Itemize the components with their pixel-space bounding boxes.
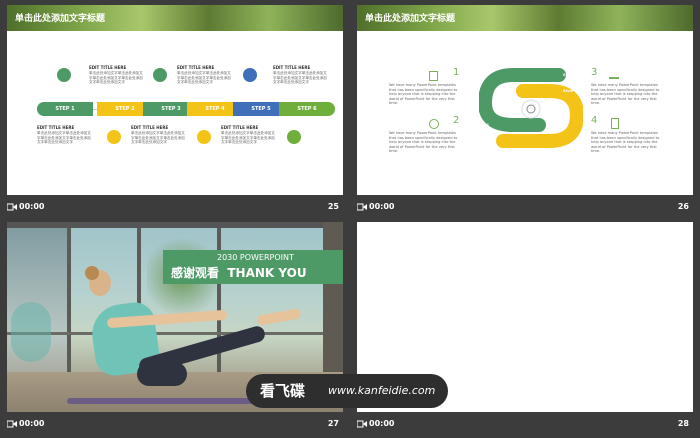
- watermark-logo: 看飞碟: [260, 382, 306, 400]
- watermark-url: www.kanfeidie.com: [328, 384, 436, 397]
- note-body: 单击此处添加文字单击此处添加文字单击此处添加文字单击此处添加文字单击此处添加文字: [37, 131, 91, 145]
- note-heading: EDIT TITLE HERE: [89, 65, 127, 70]
- link-label: Style 1: [475, 123, 490, 127]
- slide-caption: 00:00 27: [7, 414, 343, 434]
- note-body: 单击此处添加文字单击此处添加文字单击此处添加文字单击此处添加文字单击此处添加文字: [177, 71, 231, 85]
- note-heading: EDIT TITLE HERE: [273, 65, 311, 70]
- slide-thumbnail-26[interactable]: 单击此处添加文字标题 Style 4 Style 3 Style 1 Style…: [357, 5, 693, 217]
- file-icon: [611, 118, 619, 129]
- gear-icon: [429, 119, 439, 129]
- person-icon: [153, 68, 167, 82]
- transition-icon: [7, 420, 17, 428]
- note-heading: EDIT TITLE HERE: [221, 125, 259, 130]
- network-icon: [609, 71, 619, 79]
- slide-number: 26: [677, 202, 689, 211]
- note-body: 单击此处添加文字单击此处添加文字单击此处添加文字单击此处添加文字单击此处添加文字: [273, 71, 327, 85]
- slide-caption: 00:00 28: [357, 414, 693, 434]
- slide-number: 27: [327, 419, 339, 428]
- item-description: We have many PowerPoint templates that h…: [389, 131, 458, 154]
- transition-icon: [357, 203, 367, 211]
- light-icon: [243, 68, 257, 82]
- step-6: STEP 6: [279, 102, 335, 116]
- slide-time: 00:00: [19, 202, 45, 211]
- lightbulb-icon: [57, 68, 71, 82]
- slide-caption: 00:00 26: [357, 197, 693, 217]
- transition-icon: [7, 203, 17, 211]
- slide-canvas: 单击此处添加文字标题 STEP 1 STEP 2 STEP 3 STEP 4 S…: [7, 5, 343, 195]
- document-icon: [429, 71, 438, 81]
- note-body: 单击此处添加文字单击此处添加文字单击此处添加文字单击此处添加文字单击此处添加文字: [131, 131, 185, 145]
- year-line: 2030 POWERPOINT: [217, 253, 294, 262]
- slide-number: 28: [677, 419, 689, 428]
- item-number: 4: [591, 115, 598, 126]
- item-description: We have many PowerPoint templates that h…: [591, 131, 660, 154]
- slide-number: 25: [327, 202, 339, 211]
- thank-you-text: 感谢观看 THANK YOU: [171, 266, 307, 280]
- slide-caption: 00:00 25: [7, 197, 343, 217]
- slide-time: 00:00: [369, 202, 395, 211]
- slide-title: 单击此处添加文字标题: [365, 14, 456, 24]
- item-number: 1: [453, 67, 460, 78]
- slide-canvas: 单击此处添加文字标题 Style 4 Style 3 Style 1 Style…: [357, 5, 693, 195]
- item-description: We have many PowerPoint templates that h…: [591, 83, 660, 106]
- note-heading: EDIT TITLE HERE: [131, 125, 169, 130]
- hand-icon: [197, 130, 211, 144]
- slide-time: 00:00: [19, 419, 45, 428]
- item-number: 3: [591, 67, 598, 78]
- transition-icon: [357, 420, 367, 428]
- link-label: Style 2: [475, 137, 490, 141]
- step-1: STEP 1: [37, 102, 93, 116]
- link-label: Style 3: [563, 89, 578, 93]
- slide-header-bar: 单击此处添加文字标题: [7, 5, 343, 31]
- note-body: 单击此处添加文字单击此处添加文字单击此处添加文字单击此处添加文字单击此处添加文字: [89, 71, 143, 85]
- note-heading: EDIT TITLE HERE: [37, 125, 75, 130]
- cart-icon: [107, 130, 121, 144]
- item-description: We have many PowerPoint templates that h…: [389, 83, 458, 106]
- item-number: 2: [453, 115, 460, 126]
- slide-header-bar: 单击此处添加文字标题: [357, 5, 693, 31]
- note-heading: EDIT TITLE HERE: [177, 65, 215, 70]
- note-body: 单击此处添加文字单击此处添加文字单击此处添加文字单击此处添加文字单击此处添加文字: [221, 131, 275, 145]
- slide-thumbnail-25[interactable]: 单击此处添加文字标题 STEP 1 STEP 2 STEP 3 STEP 4 S…: [7, 5, 343, 217]
- link-label: Style 4: [563, 73, 578, 77]
- watermark-badge: 看飞碟 www.kanfeidie.com: [246, 374, 448, 408]
- slide-time: 00:00: [369, 419, 395, 428]
- slide-title: 单击此处添加文字标题: [15, 14, 106, 24]
- search-icon: [287, 130, 301, 144]
